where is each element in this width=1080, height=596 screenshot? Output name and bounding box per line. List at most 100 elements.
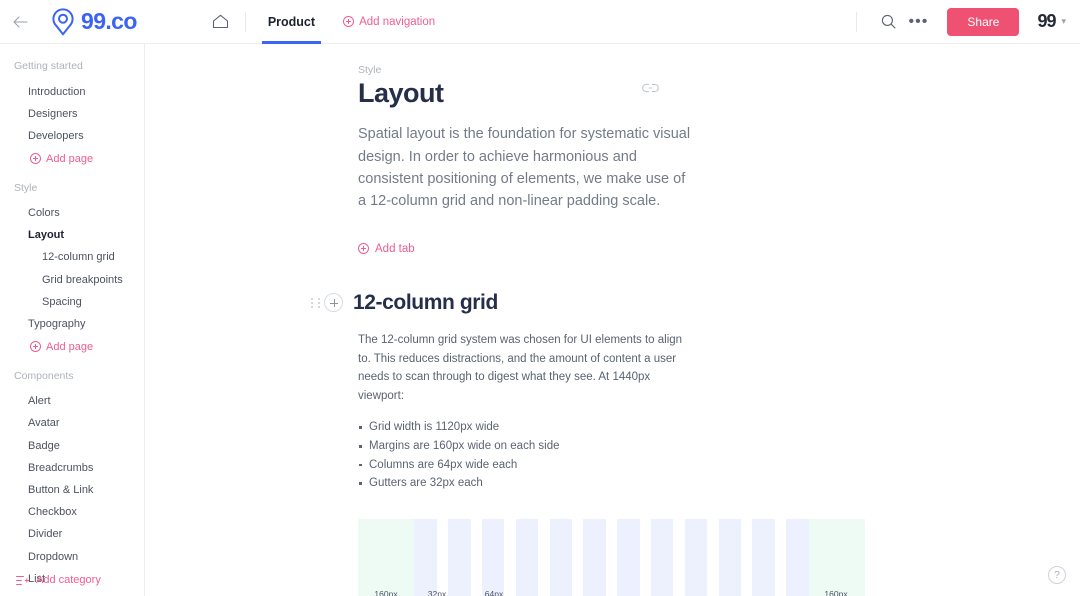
plus-circle-icon xyxy=(358,243,369,255)
add-tab-button[interactable]: Add tab xyxy=(358,243,415,255)
dimension-label: 160px xyxy=(824,588,848,596)
grid-column xyxy=(752,518,775,596)
dimension-label: 160px xyxy=(374,588,398,596)
add-category-label: Add category xyxy=(36,574,101,586)
nav-tabs: Product Add navigation xyxy=(261,0,435,44)
tab-product-label: Product xyxy=(267,14,316,29)
sidebar[interactable]: Getting started Introduction Designers D… xyxy=(0,44,145,596)
drag-handle[interactable] xyxy=(311,295,321,311)
sidebar-group-getting-started: Getting started Introduction Designers D… xyxy=(0,60,144,170)
drag-dot xyxy=(317,305,320,308)
drag-dot xyxy=(317,301,320,304)
grid-column xyxy=(684,518,708,596)
brand-logo-link[interactable]: 99.co xyxy=(50,7,137,36)
sidebar-item-grid-breakpoints[interactable]: Grid breakpoints xyxy=(0,269,144,291)
sidebar-add-page-getting-started[interactable]: Add page xyxy=(0,148,144,170)
copy-link-button[interactable] xyxy=(642,80,659,98)
sidebar-item-introduction[interactable]: Introduction xyxy=(0,81,144,103)
grid-column xyxy=(549,518,573,596)
sidebar-add-page-style[interactable]: Add page xyxy=(0,336,144,358)
search-icon xyxy=(881,14,896,29)
add-navigation-button[interactable]: Add navigation xyxy=(343,16,435,28)
page-content: Style Layout Spatial layout is the found… xyxy=(145,44,1080,596)
plus-circle-icon xyxy=(30,341,41,353)
search-button[interactable] xyxy=(873,7,903,37)
sidebar-group-components: Components Alert Avatar Badge Breadcrumb… xyxy=(0,370,144,596)
grid-left-margin xyxy=(358,518,415,596)
sidebar-item-colors[interactable]: Colors xyxy=(0,203,144,225)
link-icon xyxy=(642,83,659,93)
sidebar-item-typography[interactable]: Typography xyxy=(0,314,144,336)
grid-column xyxy=(786,518,809,596)
sidebar-item-designers[interactable]: Designers xyxy=(0,103,144,125)
nav-divider xyxy=(244,11,246,32)
section-title: 12-column grid xyxy=(353,290,498,314)
grid-column xyxy=(617,518,640,596)
more-options-button[interactable]: ••• xyxy=(903,7,933,37)
top-navigation-bar: 99.co Product Add navigation ••• Share 9… xyxy=(0,0,1080,44)
actions-divider xyxy=(856,11,858,32)
grid-diagram: 160px 32px 64px 160px xyxy=(358,518,865,596)
sidebar-item-pagination[interactable]: Pagination xyxy=(0,590,144,596)
arrow-left-icon xyxy=(12,15,28,28)
list-item: Columns are 64px wide each xyxy=(358,456,1080,475)
plus-circle-icon xyxy=(30,153,41,165)
breadcrumb: Style xyxy=(358,64,382,76)
list-item: Grid width is 1120px wide xyxy=(358,418,1080,437)
list-item: Margins are 160px wide on each side xyxy=(358,437,1080,456)
page-description: Spatial layout is the foundation for sys… xyxy=(358,126,691,210)
sidebar-item-breadcrumbs[interactable]: Breadcrumbs xyxy=(0,457,144,479)
home-icon xyxy=(212,14,228,29)
sidebar-group-title: Style xyxy=(14,181,38,194)
back-button[interactable] xyxy=(0,0,40,44)
grid-bars xyxy=(358,518,865,596)
add-navigation-label: Add navigation xyxy=(359,15,436,28)
help-button[interactable]: ? xyxy=(1048,566,1066,584)
grid-column xyxy=(650,518,674,596)
sidebar-item-avatar[interactable]: Avatar xyxy=(0,413,144,435)
more-horizontal-icon: ••• xyxy=(908,12,929,30)
add-tab-label: Add tab xyxy=(375,242,415,255)
drag-dot xyxy=(311,301,313,304)
share-button[interactable]: Share xyxy=(947,7,1020,36)
avatar: 99 xyxy=(1037,11,1056,31)
sidebar-item-checkbox[interactable]: Checkbox xyxy=(0,502,144,524)
dimension-label: 32px xyxy=(427,588,447,596)
brand-name: 99.co xyxy=(81,8,137,34)
question-mark-icon: ? xyxy=(1054,569,1060,581)
sidebar-group-style: Style Colors Layout 12-column grid Grid … xyxy=(0,182,144,358)
list-item: Gutters are 32px each xyxy=(358,474,1080,493)
add-block-button[interactable] xyxy=(324,293,343,313)
topbar-actions: ••• Share 99 ▾ xyxy=(856,0,1080,44)
sidebar-item-12-column-grid[interactable]: 12-column grid xyxy=(0,247,144,269)
sidebar-item-dropdown[interactable]: Dropdown xyxy=(0,546,144,568)
home-button[interactable] xyxy=(212,14,229,29)
sidebar-item-divider[interactable]: Divider xyxy=(0,524,144,546)
account-menu[interactable]: 99 ▾ xyxy=(1037,11,1066,32)
sidebar-item-layout[interactable]: Layout xyxy=(0,225,144,247)
sidebar-item-spacing[interactable]: Spacing xyxy=(0,291,144,313)
sidebar-item-alert[interactable]: Alert xyxy=(0,391,144,413)
tab-product[interactable]: Product xyxy=(261,0,322,44)
sidebar-item-button-and-link[interactable]: Button & Link xyxy=(0,479,144,501)
sidebar-item-badge[interactable]: Badge xyxy=(0,435,144,457)
add-category-icon xyxy=(16,575,29,585)
grid-column xyxy=(583,518,606,596)
drag-dot xyxy=(311,297,313,300)
main-content: Style Layout Spatial layout is the found… xyxy=(145,44,1080,596)
sidebar-item-developers[interactable]: Developers xyxy=(0,125,144,147)
grid-column xyxy=(481,518,505,596)
dimension-label: 64px xyxy=(484,588,504,596)
add-category-button[interactable]: Add category xyxy=(0,574,144,586)
plus-circle-icon xyxy=(343,16,355,27)
grid-right-margin xyxy=(808,518,865,596)
drag-dot xyxy=(317,297,320,300)
section-body-text: The 12-column grid system was chosen for… xyxy=(358,333,683,402)
grid-column xyxy=(515,518,539,596)
grid-column xyxy=(414,518,437,596)
section-bullet-list: Grid width is 1120px wide Margins are 16… xyxy=(358,418,1080,493)
grid-column xyxy=(718,518,742,596)
chevron-down-icon: ▾ xyxy=(1061,16,1066,26)
